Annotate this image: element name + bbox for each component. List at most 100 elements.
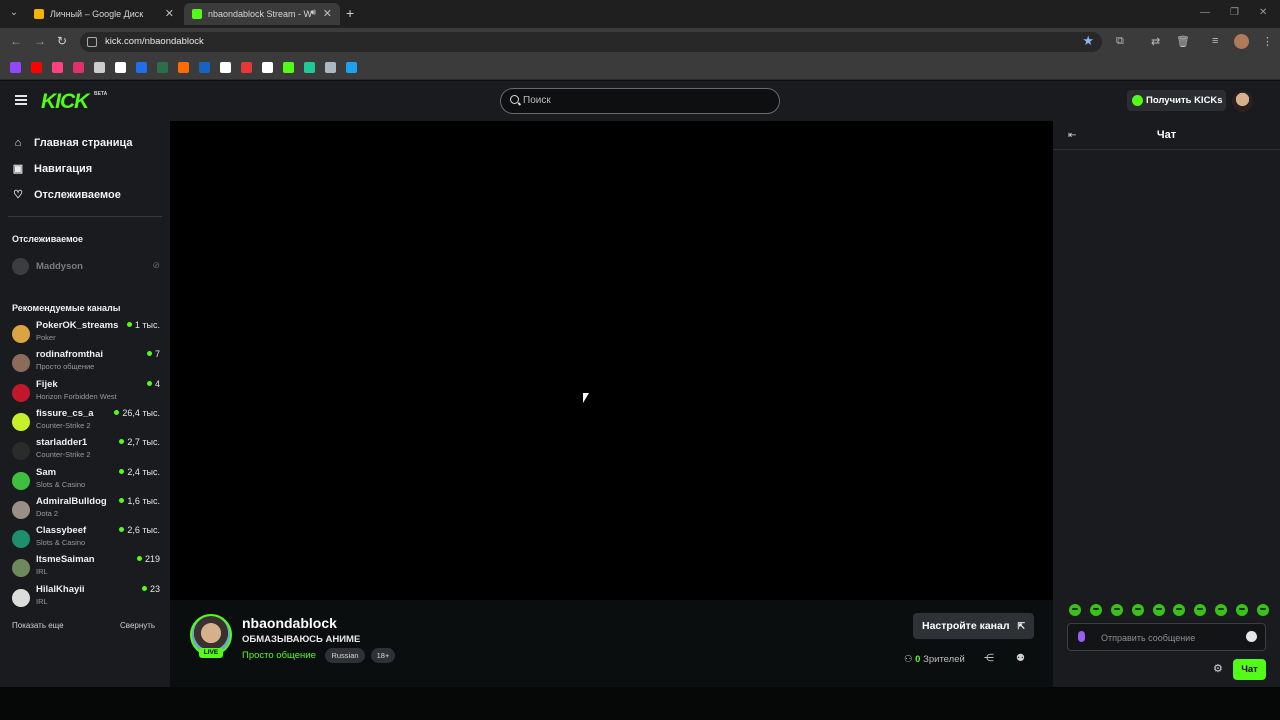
new-tab-plus-icon[interactable]: + [346, 5, 354, 21]
trash-icon[interactable]: 🗑︎ [1176, 35, 1190, 48]
emote-icon[interactable] [1152, 604, 1165, 616]
get-kicks-button[interactable]: Получить KICKs [1127, 90, 1226, 111]
window-close-icon[interactable]: ✕ [1259, 7, 1267, 18]
minimize-icon[interactable]: — [1200, 7, 1210, 18]
media-controls-icon[interactable]: ≡ [1212, 35, 1218, 47]
recommended-channel-item[interactable]: AdmiralBulldog Dota 2 1,6 тыс. [12, 496, 160, 522]
restore-icon[interactable]: ❐ [1230, 7, 1239, 18]
translate-icon[interactable]: ⇄ [1151, 35, 1160, 48]
channel-avatar [12, 559, 30, 578]
forward-icon[interactable]: → [34, 34, 46, 48]
recommended-channel-item[interactable]: fissure_cs_a Counter-Strike 2 26,4 тыс. [12, 408, 160, 434]
live-dot-icon [146, 380, 152, 386]
channel-name: Fijek [36, 378, 58, 390]
viewer-count: 1 тыс. [126, 320, 160, 330]
tab-search-chevron-icon[interactable]: ⌄ [6, 5, 22, 21]
sidebar-item-following[interactable]: ♡ Отслеживаемое [12, 187, 121, 203]
tag-age[interactable]: 18+ [371, 648, 395, 663]
emote-icon[interactable] [1173, 604, 1186, 616]
menu-hamburger-icon[interactable] [15, 95, 27, 105]
emote-icon[interactable] [1215, 604, 1228, 616]
back-icon[interactable]: ← [10, 34, 22, 48]
sidebar-item-home[interactable]: ⌂ Главная страница [12, 135, 133, 151]
bookmark-item-icon[interactable] [220, 62, 231, 73]
bookmark-item-icon[interactable] [115, 62, 126, 73]
bookmark-item-icon[interactable] [199, 62, 210, 73]
chat-message-input[interactable]: Отправить сообщение [1067, 623, 1266, 651]
collapse-link[interactable]: Свернуть [120, 621, 155, 630]
share-icon[interactable]: ⋲ [984, 653, 994, 664]
live-dot-icon [119, 497, 125, 503]
bookmark-item-icon[interactable] [94, 62, 105, 73]
speaker-icon[interactable]: 🔊︎ [310, 7, 316, 18]
bookmark-item-icon[interactable] [157, 62, 168, 73]
emote-icon[interactable] [1256, 604, 1269, 616]
bookmark-item-icon[interactable] [136, 62, 147, 73]
site-info-icon[interactable] [87, 37, 97, 47]
browser-toolbar: ← → ↻ kick.com/nbaondablock ★ ⧉ ⇄ 🗑︎ ≡ ⋮ [0, 28, 1280, 56]
bookmark-item-icon[interactable] [178, 62, 189, 73]
extensions-icon[interactable]: ⧉ [1116, 35, 1124, 48]
chat-settings-gear-icon[interactable]: ⚙ [1213, 662, 1223, 675]
channel-name[interactable]: nbaondablock [242, 615, 337, 631]
setup-channel-button[interactable]: Настройте канал ⇱ [913, 613, 1034, 639]
recommended-channel-item[interactable]: rodinafromthai Просто общение 7 [12, 349, 160, 375]
bookmark-item-icon[interactable] [283, 62, 294, 73]
live-badge: LIVE [199, 648, 223, 658]
channel-avatar [12, 471, 30, 490]
emote-icon[interactable] [1131, 604, 1144, 616]
viewer-count: 4 [146, 379, 160, 389]
bookmark-item-icon[interactable] [52, 62, 63, 73]
bookmark-item-icon[interactable] [325, 62, 336, 73]
recommended-channel-item[interactable]: PokerOK_streams Poker 1 тыс. [12, 320, 160, 346]
address-bar[interactable]: kick.com/nbaondablock ★ [80, 32, 1102, 52]
channel-avatar [12, 500, 30, 519]
bookmark-item-icon[interactable] [10, 62, 21, 73]
followed-channel-item[interactable]: Maddyson ⊘ [12, 258, 160, 276]
kick-logo[interactable]: KICK [41, 90, 89, 114]
bookmark-item-icon[interactable] [304, 62, 315, 73]
browser-profile-avatar[interactable] [1234, 34, 1249, 49]
browser-menu-icon[interactable]: ⋮ [1262, 35, 1273, 48]
video-player[interactable] [170, 121, 1053, 600]
emote-icon[interactable] [1069, 604, 1081, 616]
emote-icon[interactable] [1110, 604, 1123, 616]
sidebar-item-browse[interactable]: ▣ Навигация [12, 161, 92, 177]
bookmark-star-icon[interactable]: ★ [1082, 33, 1094, 49]
viewer-count-value: 1 тыс. [134, 320, 160, 330]
user-avatar[interactable] [1232, 91, 1253, 112]
user-settings-icon[interactable]: ⚉ [1016, 653, 1025, 664]
browse-icon: ▣ [12, 163, 24, 175]
send-chat-button[interactable]: Чат [1233, 659, 1266, 680]
bookmark-item-icon[interactable] [241, 62, 252, 73]
show-more-link[interactable]: Показать еще [12, 621, 64, 630]
channel-category: Slots & Casino [36, 538, 86, 548]
recommended-channel-item[interactable]: ItsmeSaiman IRL 219 [12, 554, 160, 580]
recommended-channel-item[interactable]: Sam Slots & Casino 2,4 тыс. [12, 467, 160, 493]
heart-icon: ♡ [13, 189, 23, 201]
emote-icon[interactable] [1236, 604, 1248, 616]
emoji-picker-icon[interactable] [1246, 631, 1257, 642]
browser-tab-kick[interactable]: nbaondablock Stream - Wa 🔊︎ ✕ [184, 3, 340, 25]
bookmark-item-icon[interactable] [262, 62, 273, 73]
recommended-channel-item[interactable]: HilalKhayii IRL 23 [12, 584, 160, 610]
sidebar-item-label: Отслеживаемое [34, 189, 121, 201]
bookmark-item-icon[interactable] [73, 62, 84, 73]
bookmark-item-icon[interactable] [346, 62, 357, 73]
viewer-count: 7 [146, 349, 160, 359]
close-tab-icon[interactable]: ✕ [323, 7, 332, 20]
bookmark-item-icon[interactable] [31, 62, 42, 73]
microphone-icon[interactable] [1078, 631, 1085, 642]
emote-icon[interactable] [1089, 604, 1102, 616]
recommended-channel-item[interactable]: Fijek Horizon Forbidden West 4 [12, 379, 160, 405]
tag-language[interactable]: Russian [325, 648, 365, 663]
search-input[interactable]: Поиск [500, 88, 780, 114]
emote-icon[interactable] [1194, 604, 1207, 616]
browser-tab-google-drive[interactable]: Личный – Google Диск ✕ [26, 3, 182, 25]
reload-icon[interactable]: ↻ [57, 34, 67, 48]
recommended-channel-item[interactable]: Classybeef Slots & Casino 2,6 тыс. [12, 525, 160, 551]
close-tab-icon[interactable]: ✕ [165, 7, 174, 20]
recommended-channel-item[interactable]: starladder1 Counter-Strike 2 2,7 тыс. [12, 437, 160, 463]
stream-category-link[interactable]: Просто общение [242, 650, 316, 661]
sidebar-divider [8, 216, 162, 217]
